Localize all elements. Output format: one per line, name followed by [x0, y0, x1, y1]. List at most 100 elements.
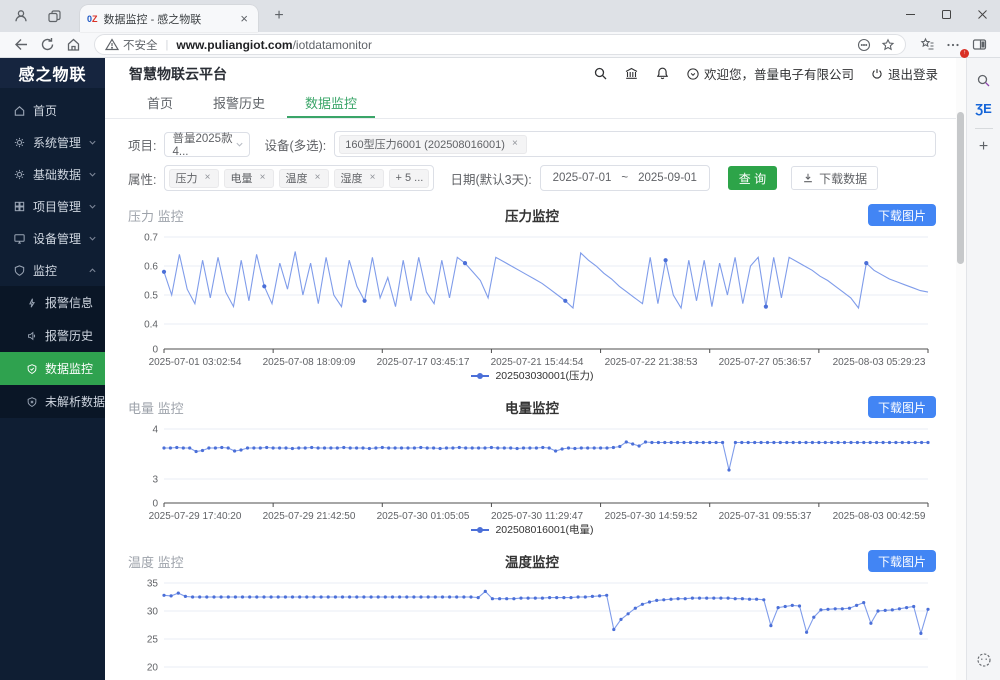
sidebar-item-alarm-info[interactable]: 报警信息	[0, 286, 105, 319]
sidebar-settings-icon[interactable]	[972, 648, 996, 672]
lightning-icon	[26, 297, 38, 309]
maximize-button[interactable]	[928, 0, 964, 28]
home-icon	[13, 104, 26, 117]
page-title: 智慧物联云平台	[129, 64, 227, 84]
url-path: /iotdatamonitor	[293, 38, 372, 52]
chart-canvas[interactable]: 35302520	[128, 577, 936, 677]
tag-close-icon[interactable]: ×	[366, 172, 378, 184]
extension-icon[interactable]: ƷE	[972, 96, 996, 120]
sidebar-item-unparsed-data[interactable]: 未解析数据	[0, 385, 105, 418]
warning-icon	[105, 38, 119, 51]
device-tag[interactable]: 160型压力6001 (202508016001)×	[339, 135, 527, 154]
sidebar-item-monitor[interactable]: 监控	[0, 254, 105, 286]
tag-close-icon[interactable]: ×	[509, 138, 521, 150]
project-select[interactable]: 普量2025款4...	[164, 132, 250, 157]
attr-tag[interactable]: 温度×	[279, 169, 329, 188]
download-image-button[interactable]: 下载图片	[868, 396, 936, 418]
gear-icon	[13, 168, 26, 181]
legend-marker-icon	[470, 526, 490, 534]
url-domain: www.puliangiot.com	[176, 38, 292, 52]
sidebar-item-home[interactable]: 首页	[0, 94, 105, 126]
filter-row-project: 项目: 普量2025款4... 设备(多选): 160型压力6001 (2025…	[128, 131, 936, 157]
workspaces-icon[interactable]	[42, 4, 66, 28]
x-axis-labels: 2025-07-29 17:40:202025-07-29 21:42:5020…	[138, 511, 936, 522]
download-image-button[interactable]: 下载图片	[868, 204, 936, 226]
page-scrollbar[interactable]	[956, 58, 966, 680]
browser-tab[interactable]: 0Z 数据监控 - 感之物联 ×	[80, 5, 258, 32]
tag-close-icon[interactable]: ×	[256, 172, 268, 184]
close-button[interactable]	[964, 0, 1000, 28]
logout-button[interactable]: 退出登录	[870, 64, 938, 83]
x-tick-label: 2025-07-17 03:45:17	[366, 357, 480, 368]
chevron-down-icon	[235, 140, 244, 149]
date-to[interactable]: 2025-09-01	[638, 172, 697, 184]
favorite-star-icon[interactable]	[881, 38, 895, 52]
minimize-button[interactable]	[892, 0, 928, 28]
attr-multiselect[interactable]: 压力× 电量× 温度× 湿度× + 5 ...	[164, 165, 434, 191]
y-tick-label: 0.6	[144, 262, 158, 273]
profile-avatar-icon[interactable]	[9, 4, 33, 28]
tag-close-icon[interactable]: ×	[311, 172, 323, 184]
address-bar[interactable]: 不安全 | www.puliangiot.com/iotdatamonitor	[94, 34, 906, 55]
tab-home[interactable]: 首页	[129, 89, 191, 118]
date-from[interactable]: 2025-07-01	[553, 172, 612, 184]
refresh-icon[interactable]	[34, 34, 60, 56]
temperature-section: 温度 监控 温度监控 下载图片 35302520	[128, 549, 936, 677]
sidebar-item-data-monitor[interactable]: 数据监控	[0, 352, 105, 385]
sidebar-item-device[interactable]: 设备管理	[0, 222, 105, 254]
split-screen-icon[interactable]	[966, 34, 992, 56]
y-tick-label: 3	[152, 475, 158, 486]
search-icon[interactable]	[593, 66, 608, 81]
attr-tag[interactable]: 电量×	[224, 169, 274, 188]
bell-icon[interactable]	[655, 66, 670, 81]
device-multiselect[interactable]: 160型压力6001 (202508016001)×	[334, 131, 936, 157]
home-icon[interactable]	[60, 34, 86, 56]
attr-tag[interactable]: 压力×	[169, 169, 219, 188]
tab-close-icon[interactable]: ×	[237, 11, 251, 26]
chart-title: 温度监控	[128, 551, 936, 571]
back-icon[interactable]	[8, 34, 34, 56]
power-chart[interactable]: 4302025-07-29 17:40:202025-07-29 21:42:5…	[128, 423, 936, 537]
download-icon	[802, 172, 814, 184]
chart-canvas[interactable]: 430	[128, 423, 936, 511]
x-tick-label: 2025-08-03 00:42:59	[822, 511, 936, 522]
chart-canvas[interactable]: 0.70.60.50.40	[128, 231, 936, 357]
site-favicon: 0Z	[87, 14, 98, 24]
sidebar-item-alarm-history[interactable]: 报警历史	[0, 319, 105, 352]
pressure-chart[interactable]: 0.70.60.50.402025-07-01 03:02:542025-07-…	[128, 231, 936, 383]
more-menu-icon[interactable]: ↑	[940, 34, 966, 56]
query-button[interactable]: 查 询	[728, 166, 777, 190]
sidebar-add-icon[interactable]: +	[972, 135, 996, 159]
tag-close-icon[interactable]: ×	[201, 172, 213, 184]
x-tick-label: 2025-07-31 09:55:37	[708, 511, 822, 522]
date-range-input[interactable]: 2025-07-01 ~ 2025-09-01	[540, 165, 710, 191]
tab-alarm-history[interactable]: 报警历史	[195, 89, 283, 118]
x-tick-label: 2025-07-22 21:38:53	[594, 357, 708, 368]
sidebar-item-system[interactable]: 系统管理	[0, 126, 105, 158]
attr-more-tag[interactable]: + 5 ...	[389, 169, 429, 188]
x-axis-labels: 2025-07-01 03:02:542025-07-08 18:09:0920…	[138, 357, 936, 368]
reader-icon[interactable]	[857, 38, 871, 52]
sidebar-item-project[interactable]: 项目管理	[0, 190, 105, 222]
security-warning[interactable]: 不安全	[105, 37, 158, 53]
x-tick-label: 2025-07-29 21:42:50	[252, 511, 366, 522]
sidebar-search-icon[interactable]	[972, 68, 996, 92]
download-image-button[interactable]: 下载图片	[868, 550, 936, 572]
speaker-icon	[26, 330, 38, 342]
legend-item[interactable]: 202503030001(压力)	[128, 368, 936, 383]
new-tab-button[interactable]: +	[268, 7, 290, 25]
user-menu[interactable]: 欢迎您，普量电子有限公司	[686, 64, 854, 83]
download-data-button[interactable]: 下载数据	[791, 166, 878, 190]
scrollbar-thumb[interactable]	[957, 112, 964, 264]
chevron-up-icon	[88, 266, 97, 275]
sidebar-item-basedata[interactable]: 基础数据	[0, 158, 105, 190]
legend-item[interactable]: 202508016001(电量)	[128, 522, 936, 537]
organization-icon[interactable]	[624, 66, 639, 81]
temperature-chart[interactable]: 35302520	[128, 577, 936, 677]
browser-toolbar: 不安全 | www.puliangiot.com/iotdatamonitor …	[0, 32, 1000, 58]
sidebar-divider	[975, 128, 993, 129]
chevron-down-icon	[88, 138, 97, 147]
tab-data-monitor[interactable]: 数据监控	[287, 89, 375, 118]
attr-tag[interactable]: 湿度×	[334, 169, 384, 188]
collections-icon[interactable]	[914, 34, 940, 56]
